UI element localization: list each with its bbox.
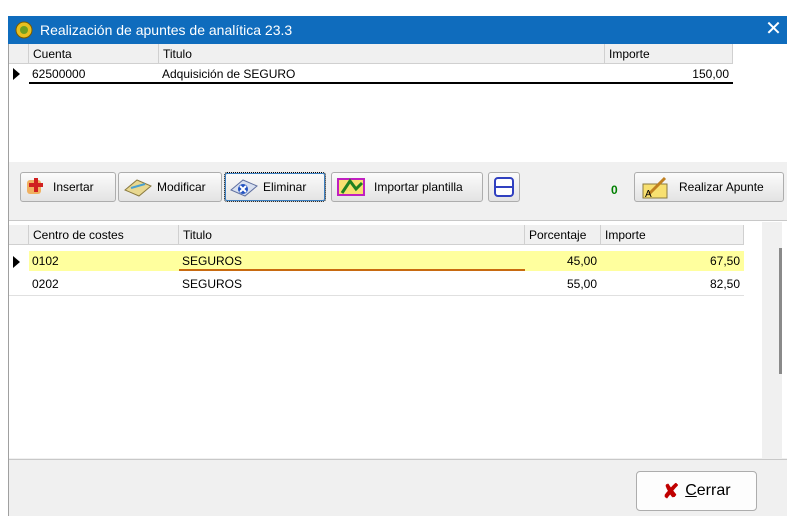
cell-titulo[interactable]: SEGUROS <box>179 251 525 271</box>
realizar-apunte-label: Realizar Apunte <box>679 180 764 194</box>
insertar-button[interactable]: Insertar <box>20 172 116 202</box>
realizar-apunte-button[interactable]: A Realizar Apunte <box>634 172 784 202</box>
close-x-icon: ✘ <box>662 480 680 503</box>
cell-centro[interactable]: 0102 <box>29 251 179 271</box>
column-header-porcentaje[interactable]: Porcentaje <box>525 225 601 245</box>
eliminar-button[interactable]: Eliminar <box>224 172 326 202</box>
cost-centers-grid[interactable]: Centro de costes Titulo Porcentaje Impor… <box>9 220 787 458</box>
column-header-cuenta[interactable]: Cuenta <box>29 44 159 64</box>
cerrar-label: Cerrar <box>685 482 731 499</box>
table-row[interactable]: 0102 SEGUROS 45,00 67,50 <box>9 251 744 273</box>
write-entry-icon: A <box>642 176 668 200</box>
cell-titulo[interactable]: Adquisición de SEGURO <box>159 64 605 84</box>
cell-cuenta[interactable]: 62500000 <box>29 64 159 84</box>
row-indicator-header <box>9 225 29 245</box>
insert-icon <box>27 178 43 194</box>
cell-centro[interactable]: 0202 <box>29 274 179 294</box>
scrollbar-thumb[interactable] <box>779 248 782 374</box>
cell-porcentaje[interactable]: 55,00 <box>525 274 601 294</box>
cell-importe[interactable]: 82,50 <box>601 274 744 294</box>
row-indicator-header <box>9 44 29 64</box>
cell-porcentaje[interactable]: 45,00 <box>525 251 601 271</box>
column-header-titulo[interactable]: Titulo <box>179 225 525 245</box>
modificar-button[interactable]: Modificar <box>118 172 222 202</box>
edit-icon <box>124 179 152 197</box>
import-template-icon <box>337 178 365 196</box>
delete-icon <box>230 179 258 197</box>
column-header-centro-de-costes[interactable]: Centro de costes <box>29 225 179 245</box>
cell-importe[interactable]: 67,50 <box>601 251 744 271</box>
window-close-button[interactable]: ✕ <box>760 16 787 44</box>
pending-counter: 0 <box>611 183 618 197</box>
modificar-label: Modificar <box>157 180 206 194</box>
split-view-button[interactable] <box>488 172 520 202</box>
svg-text:A: A <box>645 189 652 200</box>
split-view-icon <box>494 177 514 197</box>
current-row-arrow-icon <box>13 256 20 268</box>
table-row[interactable]: 62500000 Adquisición de SEGURO 150,00 <box>9 64 733 84</box>
column-header-importe[interactable]: Importe <box>601 225 744 245</box>
insertar-label: Insertar <box>53 180 94 194</box>
window-title: Realización de apuntes de analítica 23.3 <box>40 22 293 38</box>
app-icon <box>14 20 34 40</box>
importar-plantilla-button[interactable]: Importar plantilla <box>331 172 483 202</box>
table-row[interactable]: 0202 SEGUROS 55,00 82,50 <box>9 274 744 296</box>
current-row-arrow-icon <box>13 68 20 80</box>
column-header-importe[interactable]: Importe <box>605 44 733 64</box>
column-header-titulo[interactable]: Titulo <box>159 44 605 64</box>
cell-importe[interactable]: 150,00 <box>605 64 733 84</box>
cell-titulo[interactable]: SEGUROS <box>179 274 525 294</box>
cerrar-button[interactable]: ✘ Cerrar <box>636 471 757 511</box>
eliminar-label: Eliminar <box>263 180 307 194</box>
accounts-grid[interactable]: Cuenta Titulo Importe 62500000 Adquisici… <box>9 44 787 162</box>
importar-plantilla-label: Importar plantilla <box>374 180 463 194</box>
